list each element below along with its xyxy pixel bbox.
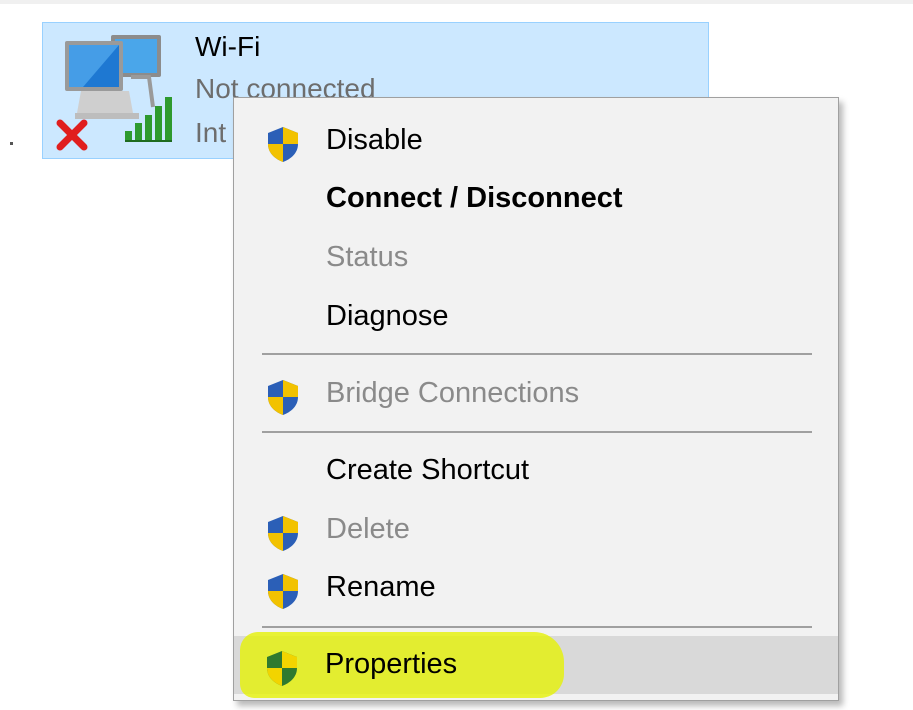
- signal-bars-icon: [125, 97, 172, 142]
- menu-separator: [262, 431, 812, 433]
- adapter-name: Wi-Fi: [195, 31, 261, 62]
- menu-item-label: Create Shortcut: [326, 454, 530, 486]
- context-menu: Disable Connect / Disconnect Status Diag…: [233, 97, 839, 701]
- menu-item-connect-disconnect[interactable]: Connect / Disconnect: [234, 170, 838, 226]
- menu-item-disable[interactable]: Disable: [234, 112, 838, 168]
- uac-shield-icon: [268, 574, 298, 609]
- uac-shield-icon: [268, 516, 298, 551]
- menu-item-create-shortcut[interactable]: Create Shortcut: [234, 442, 838, 498]
- menu-item-label: Disable: [326, 124, 423, 156]
- menu-item-status[interactable]: Status: [234, 229, 838, 285]
- focus-dot: [10, 142, 13, 145]
- menu-separator: [262, 626, 812, 628]
- menu-item-diagnose[interactable]: Diagnose: [234, 288, 838, 344]
- menu-item-bridge-connections[interactable]: Bridge Connections: [234, 365, 838, 421]
- menu-item-delete[interactable]: Delete: [234, 501, 838, 557]
- uac-shield-icon: [268, 380, 298, 415]
- uac-shield-icon: [268, 127, 298, 162]
- highlighter-annotation: [240, 632, 564, 698]
- menu-item-label: Rename: [326, 571, 436, 603]
- menu-item-label: Bridge Connections: [326, 377, 580, 409]
- menu-item-rename[interactable]: Rename: [234, 559, 838, 615]
- menu-item-label: Diagnose: [326, 300, 449, 332]
- red-x-icon: [56, 119, 88, 151]
- menu-item-label: Connect / Disconnect: [326, 182, 623, 214]
- menu-separator: [262, 353, 812, 355]
- window-top-border: [0, 0, 913, 4]
- adapter-device-name: Int: [195, 117, 227, 148]
- menu-item-label: Status: [326, 241, 409, 273]
- menu-item-label: Delete: [326, 513, 410, 545]
